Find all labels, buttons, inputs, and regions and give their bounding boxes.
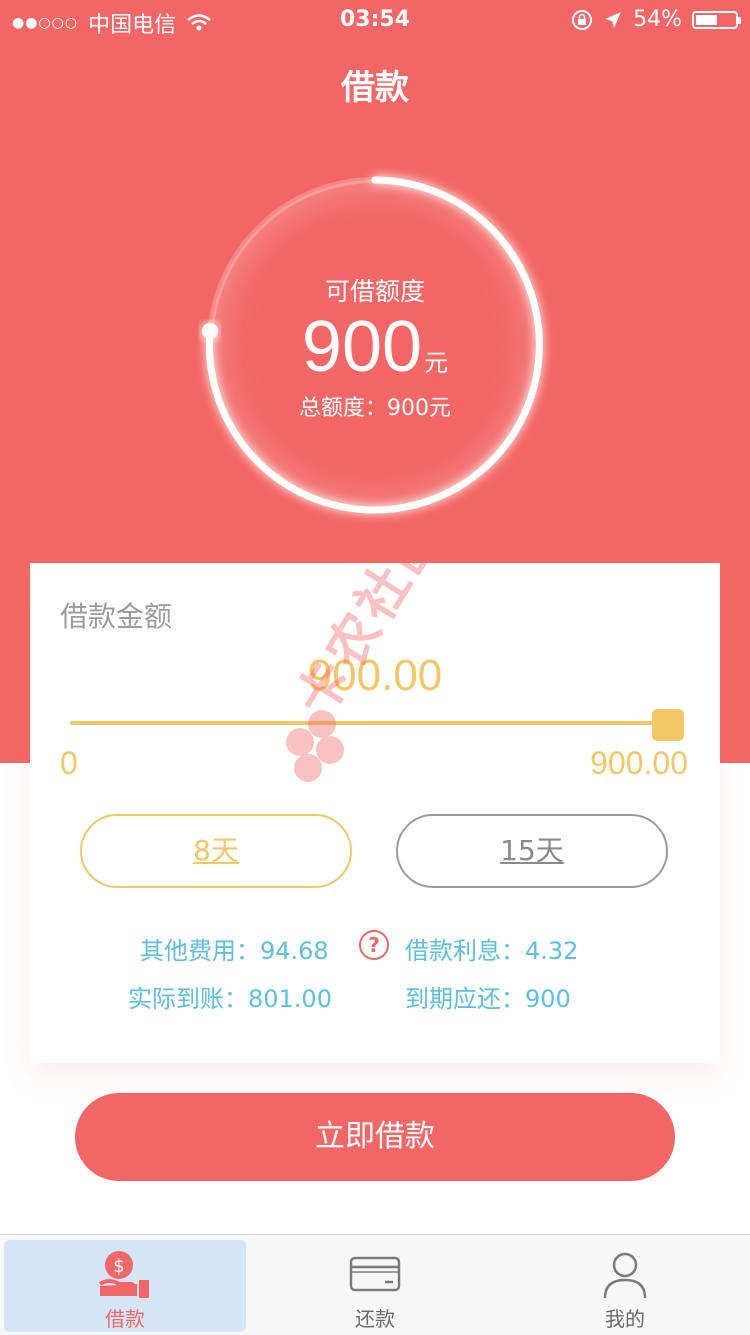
fee-help-icon[interactable]: ?	[359, 930, 389, 960]
location-arrow-icon	[605, 11, 622, 28]
battery-percent: 54%	[633, 7, 682, 32]
amount-slider-track[interactable]	[70, 721, 680, 725]
svg-text:$: $	[113, 1256, 124, 1277]
slider-min-label: 0	[60, 745, 78, 781]
tab-bar: $ 借款 还款 我的	[0, 1234, 750, 1335]
other-fee: 其他费用：94.68	[140, 937, 329, 965]
total-credit: 总额度：900元	[299, 396, 451, 421]
credit-gauge: 可借额度 900元 总额度：900元	[195, 168, 555, 528]
status-bar: ●●○○○ 中国电信 03:54 54%	[0, 0, 750, 40]
loan-hand-dollar-icon: $	[98, 1251, 149, 1298]
tab-repay[interactable]: 还款	[254, 1240, 496, 1332]
term-15-days-button[interactable]: 15天	[396, 814, 668, 888]
slider-max-label: 900.00	[590, 745, 688, 781]
card-icon	[349, 1256, 401, 1292]
available-credit-label: 可借额度	[324, 277, 425, 306]
available-credit-value: 900元	[195, 306, 555, 388]
user-icon	[603, 1252, 647, 1299]
tab-mine[interactable]: 我的	[504, 1240, 746, 1332]
available-credit-number: 900	[301, 307, 423, 387]
loan-amount-label: 借款金额	[60, 600, 173, 633]
page-title: 借款	[341, 68, 409, 108]
available-credit-unit: 元	[424, 349, 449, 377]
orientation-lock-icon	[572, 9, 593, 30]
actual-received: 实际到账：801.00	[128, 985, 332, 1013]
amount-slider-thumb[interactable]	[652, 709, 684, 741]
loan-amount-value: 900.00	[307, 651, 443, 700]
due-amount: 到期应还：900	[405, 985, 571, 1013]
tab-repay-label: 还款	[355, 1307, 395, 1331]
loan-interest: 借款利息：4.32	[405, 937, 579, 965]
battery-fill	[696, 14, 717, 25]
tab-mine-label: 我的	[605, 1307, 645, 1331]
battery-icon	[692, 10, 741, 29]
loan-card: 借款金额 900.00 0 900.00 8天 15天 其他费用：94.68 ?…	[30, 563, 720, 1063]
term-8-days-button[interactable]: 8天	[80, 814, 352, 888]
borrow-now-button[interactable]: 立即借款	[75, 1093, 675, 1181]
tab-loan-label: 借款	[105, 1307, 145, 1331]
tab-loan[interactable]: $ 借款	[4, 1240, 246, 1332]
